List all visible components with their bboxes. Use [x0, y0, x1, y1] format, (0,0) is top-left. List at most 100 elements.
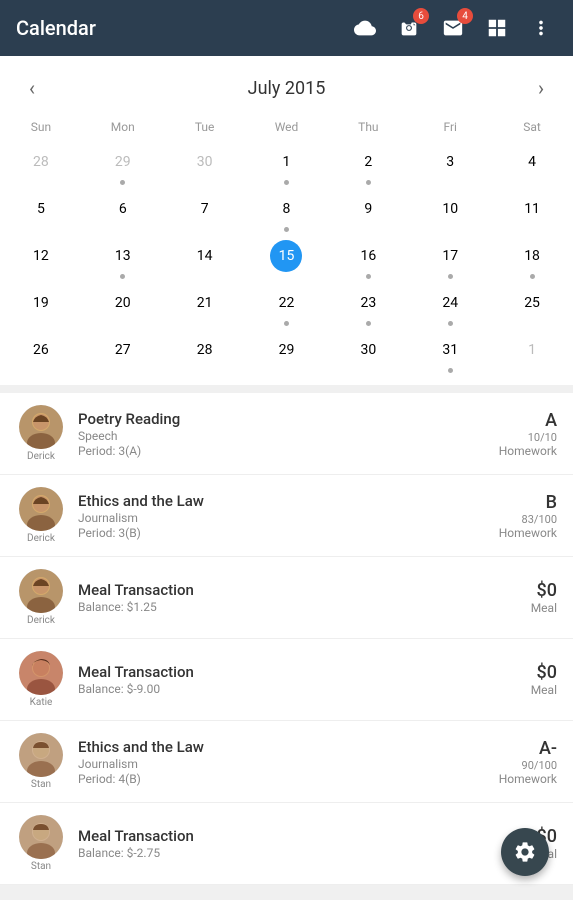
event-right: $0Meal	[487, 662, 557, 697]
avatar-container: Derick	[16, 569, 66, 626]
event-dot	[120, 274, 125, 279]
avatar-label: Stan	[31, 779, 51, 790]
event-score: 10/10	[487, 431, 557, 444]
calendar-section: ‹ July 2015 › Sun Mon Tue Wed Thu Fri Sa…	[0, 56, 573, 385]
calendar-day-30[interactable]: 30	[164, 142, 246, 189]
settings-fab[interactable]	[501, 828, 549, 876]
prev-month-button[interactable]: ‹	[16, 72, 48, 104]
calendar-day-1[interactable]: 1	[246, 142, 328, 189]
event-title: Meal Transaction	[78, 827, 487, 845]
day-header-fri: Fri	[409, 116, 491, 138]
event-dot	[120, 180, 125, 185]
calendar-day-1[interactable]: 1	[491, 330, 573, 377]
calendar-grid: 2829301234567891011121314151617181920212…	[0, 142, 573, 377]
calendar-day-15[interactable]: 15	[246, 236, 328, 283]
event-right: A10/10Homework	[487, 410, 557, 458]
event-type: Homework	[487, 772, 557, 786]
event-grade: A	[487, 410, 557, 431]
calendar-day-31[interactable]: 31	[409, 330, 491, 377]
calendar-day-4[interactable]: 4	[491, 142, 573, 189]
event-subtitle1: Speech	[78, 429, 487, 443]
event-dot	[448, 368, 453, 373]
calendar-day-13[interactable]: 13	[82, 236, 164, 283]
calendar-day-20[interactable]: 20	[82, 283, 164, 330]
event-subtitle1: Journalism	[78, 757, 487, 771]
calendar-day-29[interactable]: 29	[246, 330, 328, 377]
calendar-day-14[interactable]: 14	[164, 236, 246, 283]
event-item[interactable]: StanMeal TransactionBalance: $-2.75$0Mea…	[0, 803, 573, 885]
calendar-day-7[interactable]: 7	[164, 189, 246, 236]
event-subtitle2: Period: 4(B)	[78, 772, 487, 786]
more-icon[interactable]	[525, 12, 557, 44]
calendar-day-17[interactable]: 17	[409, 236, 491, 283]
calendar-day-23[interactable]: 23	[327, 283, 409, 330]
day-header-sat: Sat	[491, 116, 573, 138]
avatar-container: Derick	[16, 405, 66, 462]
event-dot	[448, 274, 453, 279]
event-title: Poetry Reading	[78, 410, 487, 428]
event-item[interactable]: Katie Meal TransactionBalance: $-9.00$0Me…	[0, 639, 573, 721]
header-icons: 6 4	[349, 12, 557, 44]
event-dot	[366, 274, 371, 279]
avatar	[19, 405, 63, 449]
calendar-day-18[interactable]: 18	[491, 236, 573, 283]
event-type: Meal	[487, 683, 557, 697]
calendar-day-11[interactable]: 11	[491, 189, 573, 236]
event-grade: B	[487, 492, 557, 513]
day-header-sun: Sun	[0, 116, 82, 138]
calendar-day-8[interactable]: 8	[246, 189, 328, 236]
calendar-day-2[interactable]: 2	[327, 142, 409, 189]
calendar-day-21[interactable]: 21	[164, 283, 246, 330]
event-item[interactable]: Stan Ethics and the LawJournalismPeriod: …	[0, 721, 573, 803]
day-header-wed: Wed	[246, 116, 328, 138]
calendar-day-27[interactable]: 27	[82, 330, 164, 377]
avatar	[19, 815, 63, 859]
calendar-day-3[interactable]: 3	[409, 142, 491, 189]
event-info: Ethics and the LawJournalismPeriod: 3(B)	[78, 492, 487, 540]
avatar-label: Derick	[27, 451, 55, 462]
calendar-day-28[interactable]: 28	[0, 142, 82, 189]
avatar-label: Katie	[30, 697, 53, 708]
event-item[interactable]: Derick Meal TransactionBalance: $1.25$0Me…	[0, 557, 573, 639]
event-grade: A-	[487, 738, 557, 759]
calendar-day-12[interactable]: 12	[0, 236, 82, 283]
event-title: Meal Transaction	[78, 663, 487, 681]
event-item[interactable]: DerickEthics and the LawJournalismPeriod…	[0, 475, 573, 557]
calendar-day-29[interactable]: 29	[82, 142, 164, 189]
event-title: Ethics and the Law	[78, 738, 487, 756]
calendar-day-30[interactable]: 30	[327, 330, 409, 377]
cloud-icon[interactable]	[349, 12, 381, 44]
header-title: Calendar	[16, 16, 349, 40]
event-subtitle1: Balance: $-9.00	[78, 682, 487, 696]
event-grade: $0	[487, 662, 557, 683]
calendar-day-10[interactable]: 10	[409, 189, 491, 236]
calendar-day-5[interactable]: 5	[0, 189, 82, 236]
event-subtitle1: Balance: $-2.75	[78, 846, 487, 860]
calendar-day-22[interactable]: 22	[246, 283, 328, 330]
event-info: Meal TransactionBalance: $1.25	[78, 581, 487, 614]
event-item[interactable]: DerickPoetry ReadingSpeechPeriod: 3(A)A1…	[0, 393, 573, 475]
event-dot	[284, 321, 289, 326]
event-score: 83/100	[487, 513, 557, 526]
event-type: Homework	[487, 526, 557, 540]
calendar-day-25[interactable]: 25	[491, 283, 573, 330]
calendar-day-9[interactable]: 9	[327, 189, 409, 236]
event-dot	[448, 321, 453, 326]
calendar-day-19[interactable]: 19	[0, 283, 82, 330]
day-header-thu: Thu	[327, 116, 409, 138]
avatar	[19, 733, 63, 777]
calendar-day-26[interactable]: 26	[0, 330, 82, 377]
avatar-label: Derick	[27, 615, 55, 626]
next-month-button[interactable]: ›	[525, 72, 557, 104]
camera-icon[interactable]: 6	[393, 12, 425, 44]
calendar-day-16[interactable]: 16	[327, 236, 409, 283]
avatar-container: Stan	[16, 733, 66, 790]
layout-icon[interactable]	[481, 12, 513, 44]
event-right: $0Meal	[487, 580, 557, 615]
calendar-day-28[interactable]: 28	[164, 330, 246, 377]
calendar-day-24[interactable]: 24	[409, 283, 491, 330]
message-icon[interactable]: 4	[437, 12, 469, 44]
calendar-day-6[interactable]: 6	[82, 189, 164, 236]
event-title: Meal Transaction	[78, 581, 487, 599]
event-type: Homework	[487, 444, 557, 458]
